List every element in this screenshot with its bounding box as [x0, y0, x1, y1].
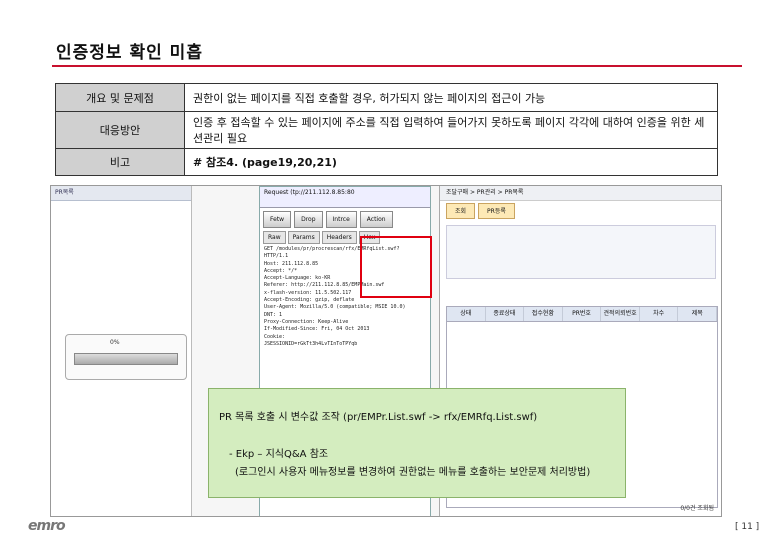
left-pane: PR목록 0% — [51, 186, 192, 516]
info-table: 개요 및 문제점 권한이 없는 페이지를 직접 호출할 경우, 허가되지 않는 … — [55, 83, 718, 176]
left-pane-title: PR목록 — [51, 186, 191, 201]
col-receipt: 접수현황 — [524, 307, 563, 321]
callout-line-2: - Ekp – 지식Q&A 참조 — [229, 449, 329, 460]
page-title: 인증정보 확인 미흡 — [56, 43, 203, 63]
progress-label: 0% — [110, 339, 120, 346]
col-end-status: 종료상태 — [486, 307, 525, 321]
request-line: Accept-Encoding: gzip, deflate — [264, 297, 355, 304]
breadcrumb: 조달구매 > PR관리 > PR목록 — [440, 186, 721, 201]
forward-button[interactable]: Fetw — [263, 211, 292, 228]
search-form — [446, 225, 716, 279]
tab-pr-register[interactable]: PR등록 — [478, 203, 515, 219]
tab-search[interactable]: 조회 — [446, 203, 476, 219]
row-header-countermeasure: 대응방안 — [55, 111, 185, 149]
callout-box: PR 목록 호출 시 변수값 조작 (pr/EMPr.List.swf -> r… — [208, 388, 626, 498]
pr-tabs: 조회 PR등록 — [440, 201, 721, 221]
col-round: 차수 — [640, 307, 679, 321]
loading-dialog: 0% — [65, 334, 187, 380]
table-row: 대응방안 인증 후 접속할 수 있는 페이지에 주소를 직접 입력하여 들어가지… — [55, 111, 718, 149]
row-value-note: # 참조4. (page19,20,21) — [184, 148, 718, 176]
emro-logo: emro — [28, 518, 66, 534]
title-divider — [52, 65, 742, 67]
highlight-box — [360, 236, 432, 298]
col-subject: 제목 — [678, 307, 718, 321]
proxy-button-row: Fetw Drop Intrce Action — [260, 208, 430, 231]
drop-button[interactable]: Drop — [294, 211, 323, 228]
col-pr-no: PR번호 — [563, 307, 602, 321]
row-value-overview: 권한이 없는 페이지를 직접 호출할 경우, 허가되지 않는 페이지의 접근이 … — [184, 83, 718, 112]
request-url: Request (tp://211.112.8.85:80 — [260, 187, 430, 208]
page-number: [ 11 ] — [735, 522, 760, 532]
row-header-overview: 개요 및 문제점 — [55, 83, 185, 112]
tab-raw[interactable]: Raw — [263, 231, 286, 244]
request-line: User-Agent: Mozilla/5.0 (compatible; MSI… — [264, 304, 406, 311]
request-line: DNT: 1 — [264, 311, 283, 318]
request-line: If-Modified-Since: Fri, 04 Oct 2013 — [264, 326, 370, 333]
progress-bar — [74, 353, 178, 365]
callout-line-3: (로그인시 사용자 메뉴정보를 변경하여 권한없는 메뉴를 호출하는 보안문제 … — [235, 467, 591, 478]
intercept-button[interactable]: Intrce — [325, 211, 357, 228]
grid-header: 상태 종료상태 접수현황 PR번호 견적의뢰번호 차수 제목 — [447, 307, 718, 322]
table-row: 개요 및 문제점 권한이 없는 페이지를 직접 호출할 경우, 허가되지 않는 … — [55, 83, 718, 112]
callout-line-1: PR 목록 호출 시 변수값 조작 (pr/EMPr.List.swf -> r… — [219, 412, 538, 423]
tab-params[interactable]: Params — [287, 231, 320, 244]
request-line: Cookie: — [264, 333, 286, 340]
request-line: JSESSIONID=rGkTt3h4LvTInToTPYqb — [264, 340, 358, 347]
col-status: 상태 — [447, 307, 486, 321]
grid-footer: 0/0건 조회됨 — [680, 505, 714, 512]
action-button[interactable]: Action — [359, 211, 393, 228]
table-row: 비고 # 참조4. (page19,20,21) — [55, 148, 718, 176]
col-quote-no: 견적의뢰번호 — [601, 307, 640, 321]
row-header-note: 비고 — [55, 148, 185, 176]
row-value-countermeasure: 인증 후 접속할 수 있는 페이지에 주소를 직접 입력하여 들어가지 못하도록… — [184, 111, 718, 149]
request-line: Proxy-Connection: Keep-Alive — [264, 318, 349, 325]
tab-headers[interactable]: Headers — [321, 231, 357, 244]
